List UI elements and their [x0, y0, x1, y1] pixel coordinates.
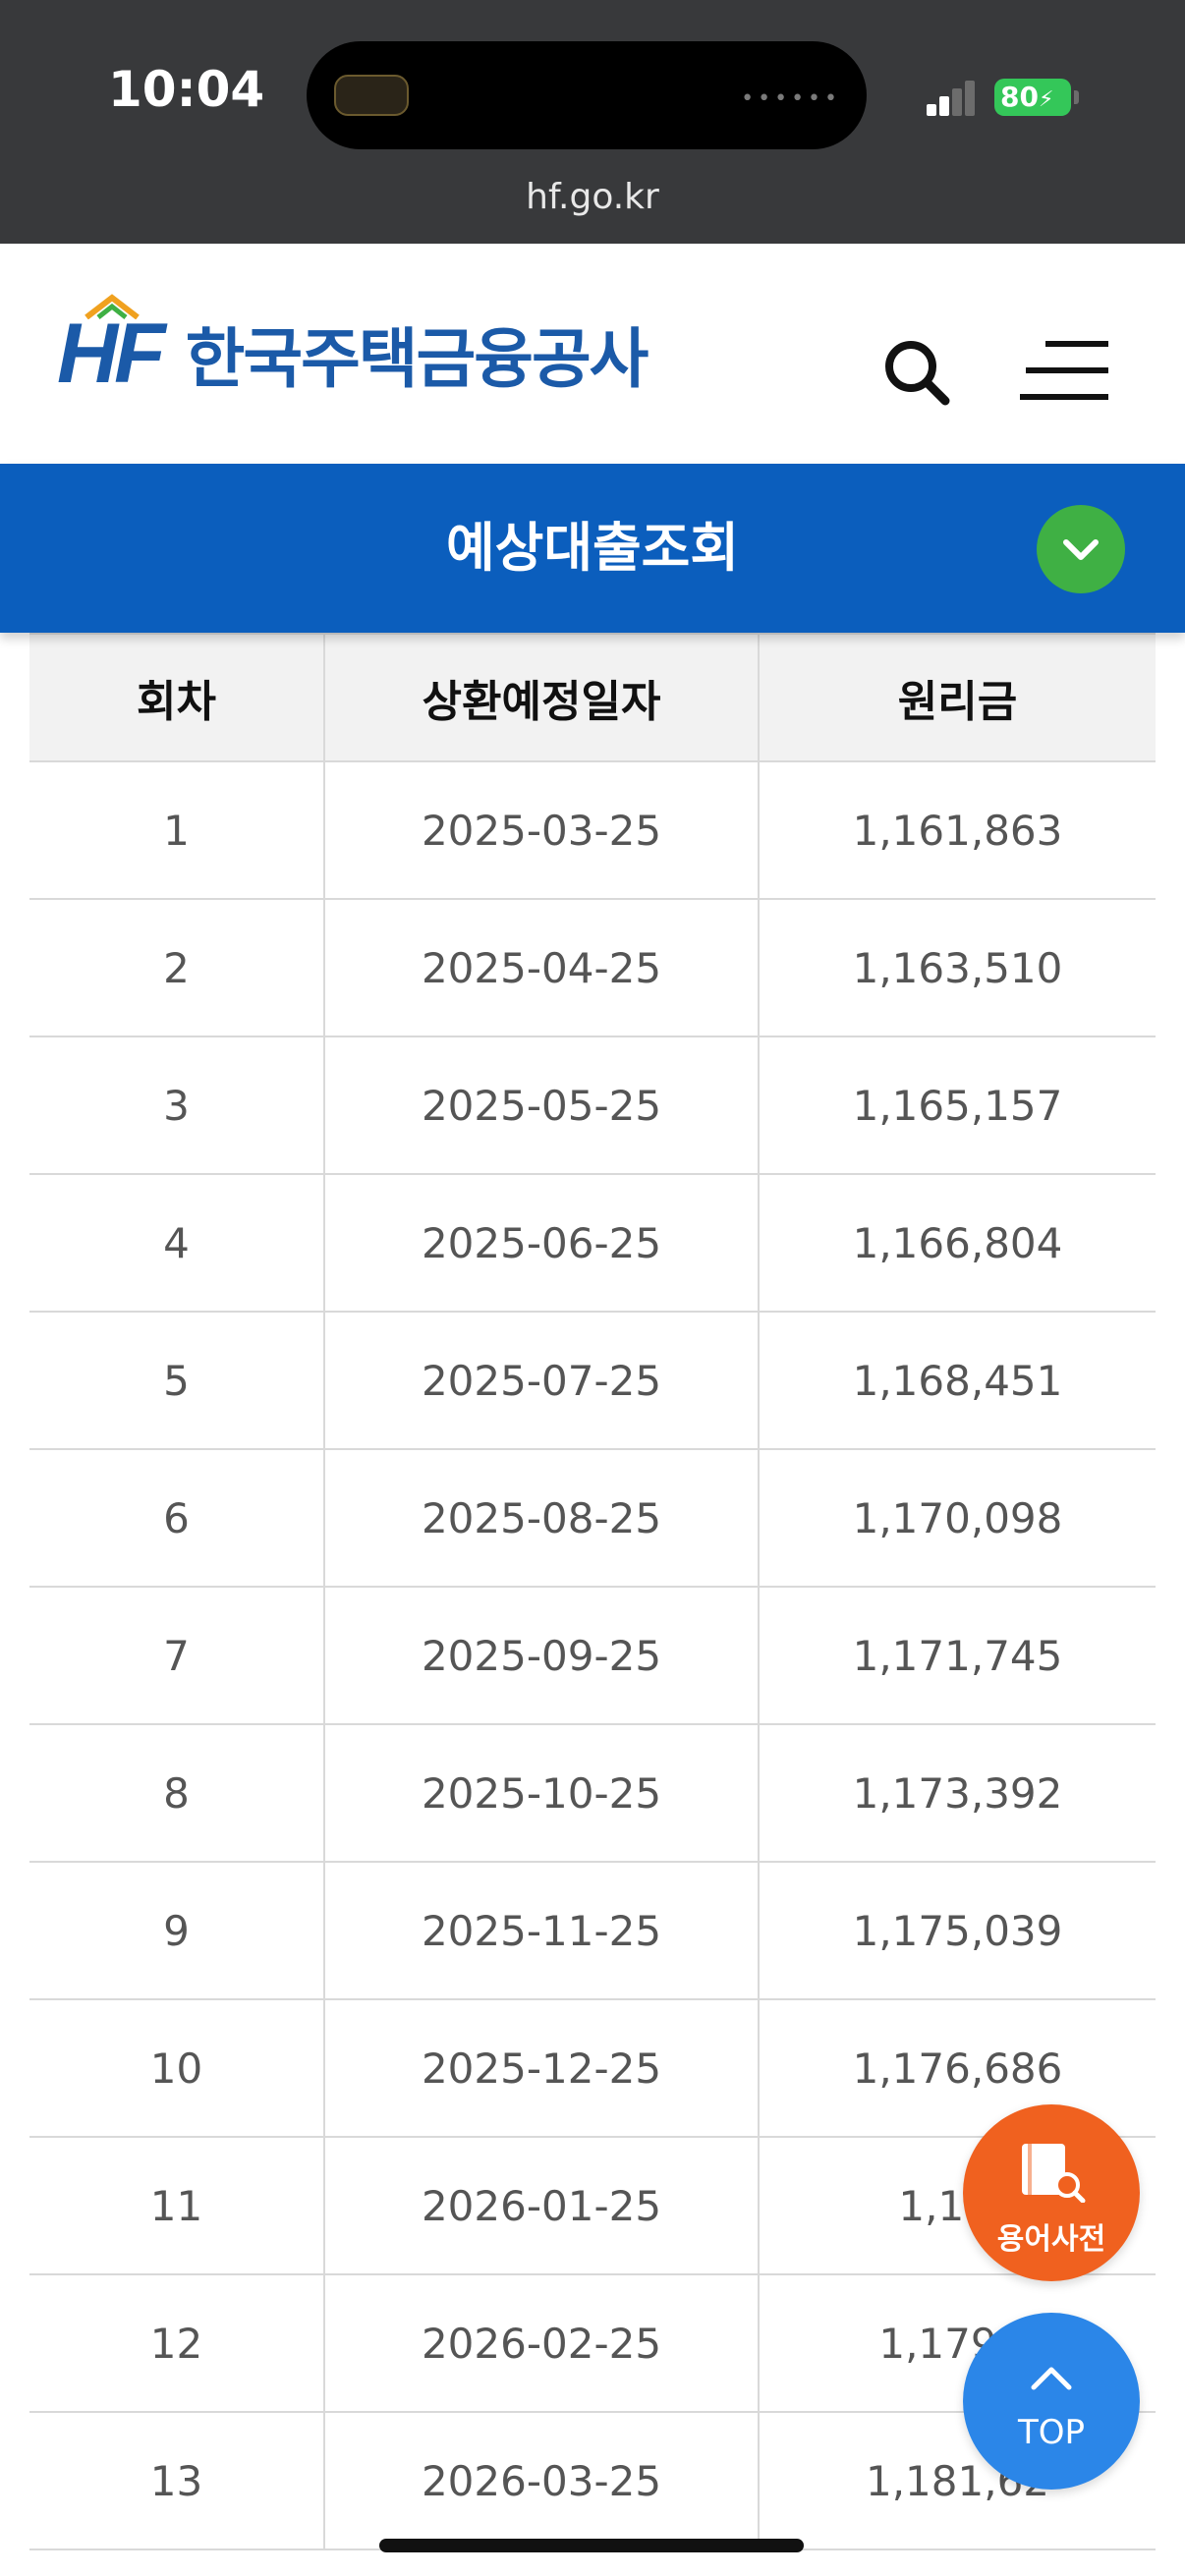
repayment-schedule-table: 회차 상환예정일자 원리금 1 2025-03-25 1,161,863 2 2025…	[29, 633, 1156, 2550]
cellular-signal-icon	[927, 77, 976, 116]
table-row: 8 2025-10-25 1,173,392	[29, 1723, 1156, 1863]
cell-round: 1	[29, 760, 325, 900]
column-header-amount: 원리금	[758, 633, 1156, 762]
cell-date: 2025-08-25	[323, 1448, 760, 1588]
cell-round: 11	[29, 2136, 325, 2275]
cell-date: 2026-02-25	[323, 2273, 760, 2413]
table-row: 9 2025-11-25 1,175,039	[29, 1861, 1156, 2000]
cell-amount: 1,173,392	[758, 1723, 1156, 1863]
cell-round: 3	[29, 1036, 325, 1175]
cell-round: 9	[29, 1861, 325, 2000]
cell-date: 2025-03-25	[323, 760, 760, 900]
battery-level: 80	[1000, 81, 1039, 113]
address-bar-url[interactable]: hf.go.kr	[0, 177, 1185, 217]
cell-round: 10	[29, 1998, 325, 2138]
cell-amount: 1,161,863	[758, 760, 1156, 900]
cell-date: 2025-12-25	[323, 1998, 760, 2138]
cell-round: 7	[29, 1586, 325, 1725]
battery-tip	[1074, 90, 1079, 104]
chevron-up-icon	[1031, 2367, 1072, 2390]
cell-round: 13	[29, 2411, 325, 2550]
table-row: 1 2025-03-25 1,161,863	[29, 760, 1156, 900]
chevron-down-icon	[1063, 539, 1099, 560]
logo-mark: HF	[57, 293, 166, 403]
cell-date: 2025-07-25	[323, 1311, 760, 1450]
scroll-to-top-button[interactable]: TOP	[963, 2313, 1140, 2490]
hamburger-menu-icon[interactable]	[1018, 338, 1112, 403]
cell-round: 12	[29, 2273, 325, 2413]
cell-date: 2026-03-25	[323, 2411, 760, 2550]
cell-amount: 1,163,510	[758, 898, 1156, 1037]
table-row: 5 2025-07-25 1,168,451	[29, 1311, 1156, 1450]
cell-amount: 1,166,804	[758, 1173, 1156, 1313]
section-toggle-button[interactable]	[1037, 505, 1125, 593]
cell-amount: 1,165,157	[758, 1036, 1156, 1175]
live-activity-thumbnail	[334, 75, 409, 116]
section-title-bar: 예상대출조회	[0, 464, 1185, 633]
scroll-to-top-label: TOP	[1017, 2413, 1086, 2452]
cell-round: 8	[29, 1723, 325, 1863]
table-row: 3 2025-05-25 1,165,157	[29, 1036, 1156, 1175]
cell-round: 2	[29, 898, 325, 1037]
cell-date: 2025-04-25	[323, 898, 760, 1037]
logo-roof-icon	[85, 293, 140, 319]
live-activity-dots-icon: ••••••	[741, 86, 841, 111]
table-row: 4 2025-06-25 1,166,804	[29, 1173, 1156, 1313]
column-header-round: 회차	[29, 633, 325, 762]
section-title: 예상대출조회	[445, 517, 740, 579]
battery-indicator: 80⚡	[994, 79, 1071, 116]
cell-amount: 1,171,745	[758, 1586, 1156, 1725]
cell-date: 2025-11-25	[323, 1861, 760, 2000]
cell-date: 2025-09-25	[323, 1586, 760, 1725]
table-row: 10 2025-12-25 1,176,686	[29, 1998, 1156, 2138]
table-row: 7 2025-09-25 1,171,745	[29, 1586, 1156, 1725]
cell-amount: 1,170,098	[758, 1448, 1156, 1588]
glossary-label: 용어사전	[996, 2222, 1106, 2257]
cell-amount: 1,168,451	[758, 1311, 1156, 1450]
cell-round: 6	[29, 1448, 325, 1588]
cell-round: 4	[29, 1173, 325, 1313]
cell-round: 5	[29, 1311, 325, 1450]
search-icon[interactable]	[880, 336, 951, 407]
cell-date: 2025-10-25	[323, 1723, 760, 1863]
cell-date: 2025-05-25	[323, 1036, 760, 1175]
table-row: 6 2025-08-25 1,170,098	[29, 1448, 1156, 1588]
column-header-date: 상환예정일자	[323, 633, 760, 762]
logo-mark-text: HF	[57, 306, 166, 401]
cell-date: 2025-06-25	[323, 1173, 760, 1313]
table-header-row: 회차 상환예정일자 원리금	[29, 633, 1156, 762]
cell-date: 2026-01-25	[323, 2136, 760, 2275]
logo-name: 한국주택금융공사	[185, 321, 649, 397]
table-row: 2 2025-04-25 1,163,510	[29, 898, 1156, 1037]
status-time: 10:04	[108, 61, 265, 118]
dynamic-island: ••••••	[307, 41, 867, 149]
site-logo[interactable]: HF 한국주택금융공사	[57, 293, 649, 403]
site-header: HF 한국주택금융공사	[0, 244, 1185, 464]
cell-amount: 1,175,039	[758, 1861, 1156, 2000]
status-bar: 10:04 •••••• 80⚡ hf.go.kr	[0, 0, 1185, 244]
home-indicator[interactable]	[379, 2539, 804, 2552]
book-search-icon	[1022, 2144, 1086, 2203]
glossary-button[interactable]: 용어사전	[963, 2104, 1140, 2281]
